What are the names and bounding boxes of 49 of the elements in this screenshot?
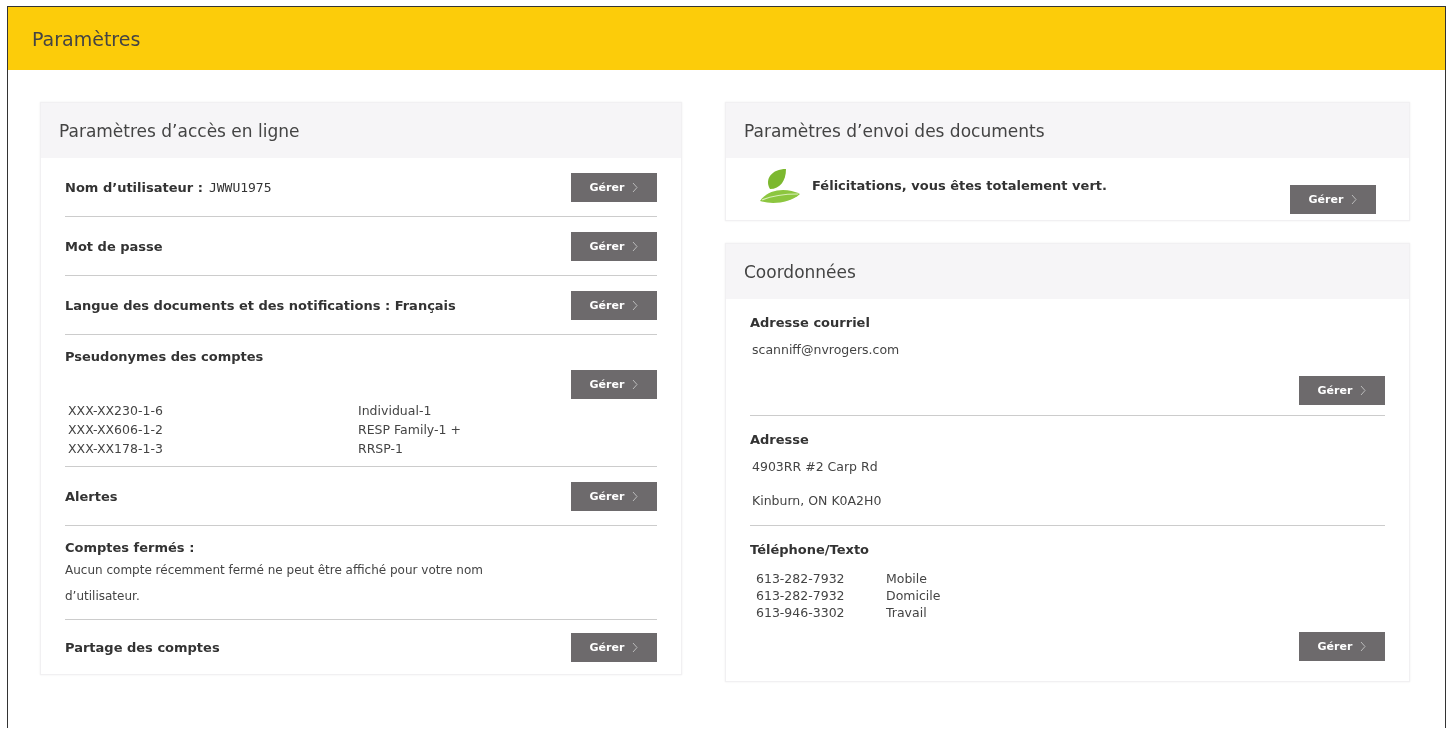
setting-label: Alertes — [65, 488, 118, 504]
account-alias: RRSP-1 — [358, 441, 405, 456]
phone-number: 613-282-7932 — [756, 571, 846, 586]
chevron-icon — [632, 181, 639, 193]
account-alias: Individual-1 — [358, 403, 433, 418]
setting-label: Partage des comptes — [65, 639, 220, 655]
setting-label: Langue des documents et des notifications : Français — [65, 297, 456, 313]
chevron-icon — [632, 299, 639, 311]
manage-button[interactable]: Gérer — [571, 231, 657, 261]
panel-title: Paramètres d’envoi des documents — [726, 103, 1409, 158]
setting-label: Nom d’utilisateur : JWWU1975 — [65, 179, 272, 195]
panel-title: Paramètres d’accès en ligne — [41, 103, 681, 158]
account-alias: RESP Family-1 + — [358, 422, 462, 437]
panel-title: Coordonnées — [726, 244, 1409, 299]
phone-number: 613-946-3302 — [756, 605, 846, 620]
chevron-icon — [632, 240, 639, 252]
manage-button[interactable]: Gérer — [1290, 184, 1376, 214]
manage-button[interactable]: Gérer — [571, 370, 657, 399]
section-label: Adresse — [750, 432, 810, 447]
account-number: XXX-XX606-1-2 — [68, 422, 164, 437]
status-message: Félicitations, vous êtes totalement vert. — [812, 177, 1108, 193]
note-text: Aucun compte récemment fermé ne peut être affiché pour votre nom d’utilisateur. — [65, 562, 484, 605]
setting-label: Pseudonymes des comptes — [65, 349, 265, 364]
manage-button[interactable]: Gérer — [1299, 632, 1385, 661]
contact-line: Kinburn, ON K0A2H0 — [751, 492, 883, 510]
phone-number: 613-282-7932 — [756, 588, 846, 603]
section-label: Téléphone/Texto — [750, 542, 871, 557]
contact-line: scanniff@nvrogers.com — [751, 341, 901, 359]
manage-button[interactable]: Gérer — [571, 172, 657, 202]
phone-type: Domicile — [886, 588, 942, 603]
contact-line: 4903RR #2 Carp Rd — [751, 458, 879, 476]
account-number: XXX-XX178-1-3 — [68, 441, 164, 456]
page-title: Paramètres — [32, 27, 141, 50]
chevron-icon — [632, 490, 639, 502]
manage-button[interactable]: Gérer — [571, 632, 657, 662]
chevron-icon — [632, 379, 639, 390]
chevron-icon — [1351, 193, 1358, 205]
chevron-icon — [1360, 385, 1367, 396]
phone-type: Travail — [886, 605, 928, 620]
section-label: Adresse courriel — [750, 315, 871, 330]
chevron-icon — [1360, 641, 1367, 652]
manage-button[interactable]: Gérer — [1299, 376, 1385, 405]
chevron-icon — [632, 641, 639, 653]
account-number: XXX-XX230-1-6 — [68, 403, 164, 418]
setting-label: Mot de passe — [65, 238, 163, 254]
setting-label: Comptes fermés : — [65, 540, 196, 555]
phone-type: Mobile — [886, 571, 928, 586]
manage-button[interactable]: Gérer — [571, 290, 657, 320]
manage-button[interactable]: Gérer — [571, 481, 657, 511]
